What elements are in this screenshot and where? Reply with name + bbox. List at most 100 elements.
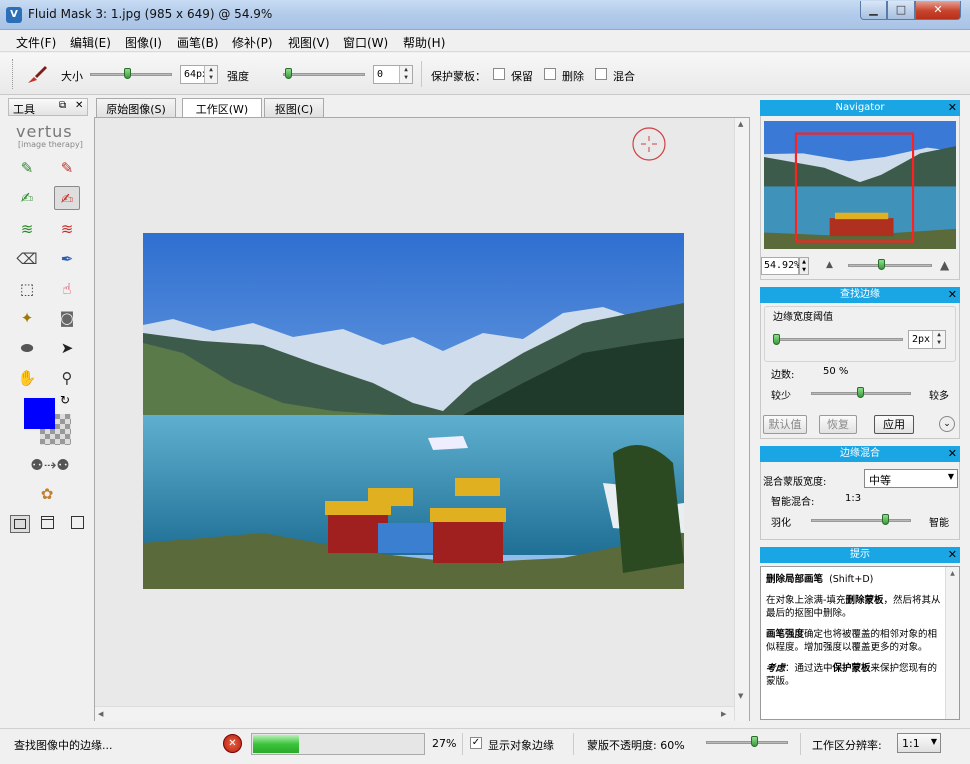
navigator-zoom-field[interactable]: 54.92%	[761, 257, 800, 275]
keep-patch-icon[interactable]: ≋	[14, 217, 40, 241]
size-slider[interactable]	[90, 68, 172, 84]
show-edges-checkbox[interactable]: ✓	[470, 737, 482, 749]
eraser-icon[interactable]: ⌫	[14, 247, 40, 271]
tab-workspace[interactable]: 工作区(W)	[182, 98, 262, 118]
scroll-up-arrow[interactable]: ▲	[738, 120, 743, 128]
expand-chevron-icon[interactable]: ⌄	[939, 416, 955, 432]
smart-blend-value: 1:3	[845, 493, 862, 504]
pointer-icon[interactable]: ➤	[54, 336, 80, 360]
hint-p1-a: 在对象上涂满-填充	[766, 595, 846, 606]
strength-slider[interactable]	[283, 68, 365, 84]
hint-shortcut: (Shift+D)	[829, 574, 874, 585]
navigator-header: Navigator ✕	[760, 100, 960, 116]
strength-spinbox[interactable]: 0 ▲ ▼	[373, 65, 413, 84]
panel-close-icon[interactable]: ✕	[75, 100, 83, 111]
find-edges-close-icon[interactable]: ✕	[948, 287, 957, 303]
hint-header: 提示 ✕	[760, 547, 960, 563]
delete-local-brush-icon[interactable]: ✍	[54, 186, 80, 210]
navigator-thumbnail[interactable]	[764, 121, 956, 249]
zoom-in-icon[interactable]: ▲	[940, 258, 949, 272]
delete-patch-icon[interactable]: ≋	[54, 217, 80, 241]
navigator-title: Navigator	[835, 102, 885, 113]
magic-wand-icon[interactable]: ✦	[14, 306, 40, 330]
edge-count-slider-thumb[interactable]	[857, 387, 864, 398]
hint-paragraph-2: 画笔强度确定也将被覆盖的相邻对象的相似程度。增加强度以覆盖更多的对象。	[766, 628, 941, 654]
swap-colors-icon[interactable]: ↻	[60, 393, 70, 407]
size-spinbox[interactable]: 64px ▲ ▼	[180, 65, 218, 84]
zoom-out-icon[interactable]: ▲	[826, 260, 833, 270]
default-button[interactable]: 默认值	[763, 415, 807, 434]
blend-checkbox[interactable]	[595, 68, 607, 80]
scroll-down-arrow[interactable]: ▼	[738, 692, 743, 700]
show-edges-label: 显示对象边缘	[488, 739, 554, 752]
navigator-zoom-thumb[interactable]	[878, 259, 885, 270]
resolution-select[interactable]: 1:1 ▼	[897, 733, 941, 753]
vertical-scrollbar[interactable]: ▲ ▼	[734, 118, 749, 721]
minimize-button[interactable]: ▁	[860, 1, 887, 20]
hint-paragraph-3: 考虑：通过选中保护蒙板来保护您现有的蒙版。	[766, 662, 941, 688]
hand-icon[interactable]: ✋	[14, 366, 40, 390]
edge-blend-header: 边缘混合 ✕	[760, 446, 960, 462]
fill-brush-icon[interactable]: ✒	[54, 247, 80, 271]
menu-window[interactable]: 窗口(W)	[343, 34, 388, 51]
zoom-icon[interactable]: ⚲	[54, 366, 80, 390]
tab-cutout[interactable]: 抠图(C)	[264, 98, 324, 117]
tools-panel-header: 工具 ⧉ ✕	[8, 98, 88, 116]
edge-blend-panel: 混合蒙版宽度: 中等 ▼ 智能混合: 1:3 羽化 智能	[760, 462, 960, 540]
apply-button[interactable]: 应用	[874, 415, 914, 434]
protect-mask-label: 保护蒙板：	[431, 70, 486, 83]
edge-blend-close-icon[interactable]: ✕	[948, 446, 957, 462]
menu-help[interactable]: 帮助(H)	[403, 34, 445, 51]
strength-spin-arrows[interactable]: ▲ ▼	[399, 66, 412, 83]
delete-checkbox[interactable]	[544, 68, 556, 80]
view-mode-1-icon[interactable]	[10, 515, 30, 533]
keep-brush-icon[interactable]: ✎	[14, 156, 40, 180]
panel-float-icon[interactable]: ⧉	[59, 100, 66, 111]
hint-close-icon[interactable]: ✕	[948, 547, 957, 563]
navigator-close-icon[interactable]: ✕	[948, 100, 957, 116]
view-mode-3-icon[interactable]	[71, 516, 84, 529]
cancel-icon[interactable]: ✕	[223, 734, 242, 753]
strength-slider-thumb[interactable]	[285, 68, 292, 79]
hint-scrollbar[interactable]: ▲	[945, 567, 959, 719]
menu-image[interactable]: 图像(I)	[125, 34, 162, 51]
menu-patch[interactable]: 修补(P)	[232, 34, 273, 51]
edge-count-value: 50 %	[823, 366, 849, 377]
selection-icon[interactable]: ⬚	[14, 277, 40, 301]
navigator-zoom-spin[interactable]: ▲ ▼	[799, 257, 809, 275]
menu-edit[interactable]: 编辑(E)	[70, 34, 111, 51]
size-slider-thumb[interactable]	[124, 68, 131, 79]
status-message: 查找图像中的边缘...	[14, 739, 113, 752]
menu-file[interactable]: 文件(F)	[16, 34, 56, 51]
window-title: Fluid Mask 3: 1.jpg (985 x 649) @ 54.9%	[28, 7, 273, 21]
opacity-slider-thumb[interactable]	[751, 736, 758, 747]
smart-blend-slider-thumb[interactable]	[882, 514, 889, 525]
threshold-spin-arrows[interactable]: ▲ ▼	[932, 331, 945, 348]
delete-brush-icon[interactable]: ✎	[54, 156, 80, 180]
menu-brush[interactable]: 画笔(B)	[177, 34, 219, 51]
horizontal-scrollbar[interactable]: ◀ ▶	[95, 706, 734, 721]
keep-local-brush-icon[interactable]: ✍	[14, 186, 40, 210]
tab-original-image[interactable]: 原始图像(S)	[96, 98, 176, 117]
camera-icon[interactable]: ◙	[54, 306, 80, 330]
threshold-spinbox[interactable]: 2px ▲ ▼	[908, 330, 946, 349]
scroll-left-arrow[interactable]: ◀	[98, 710, 103, 718]
threshold-slider-thumb[interactable]	[773, 334, 780, 345]
menu-view[interactable]: 视图(V)	[288, 34, 330, 51]
vertus-tagline: [image therapy]	[18, 140, 83, 149]
close-button[interactable]: ✕	[915, 1, 961, 20]
compare-people-icon[interactable]: ⚉⇢⚉	[30, 453, 70, 477]
scroll-right-arrow[interactable]: ▶	[721, 710, 726, 718]
maximize-button[interactable]: □	[887, 1, 915, 20]
size-spin-arrows[interactable]: ▲ ▼	[204, 66, 217, 83]
blend-width-select[interactable]: 中等 ▼	[864, 469, 958, 488]
blob-icon[interactable]: ⬬	[14, 336, 40, 360]
keep-checkbox[interactable]	[493, 68, 505, 80]
workspace-photo[interactable]	[143, 233, 684, 589]
status-separator	[462, 733, 463, 755]
palette-icon[interactable]: ✿	[34, 482, 60, 506]
patch-picker-icon[interactable]: ☝	[54, 277, 80, 301]
restore-button[interactable]: 恢复	[819, 415, 857, 434]
view-mode-2-icon[interactable]	[41, 516, 54, 529]
more-label: 较多	[929, 391, 949, 402]
